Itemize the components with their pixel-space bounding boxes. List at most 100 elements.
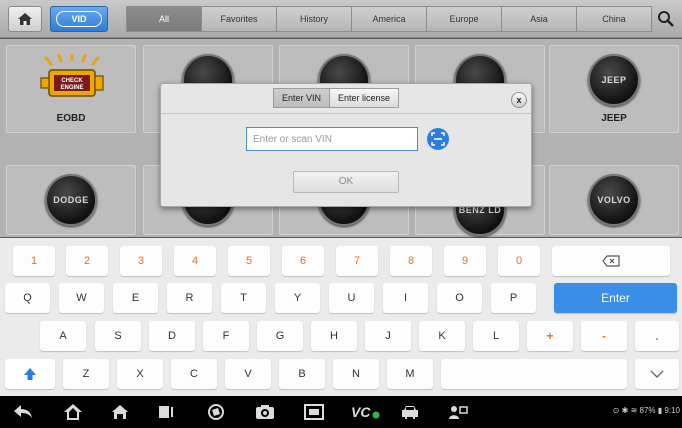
battery-level: 87% xyxy=(639,406,656,415)
key-5[interactable]: 5 xyxy=(228,246,270,276)
vci-icon[interactable]: VC xyxy=(351,402,381,422)
ok-button[interactable]: OK xyxy=(293,171,399,193)
key-period[interactable]: . xyxy=(635,321,679,351)
key-0[interactable]: 0 xyxy=(498,246,540,276)
vehicle-name: JEEP xyxy=(601,113,627,124)
key-j[interactable]: J xyxy=(365,321,411,351)
hide-keyboard-key[interactable] xyxy=(635,359,679,389)
key-z[interactable]: Z xyxy=(63,359,109,389)
vehicle-tile-eobd[interactable]: CHECK ENGINE EOBD xyxy=(6,45,136,133)
backspace-icon xyxy=(602,255,620,267)
car-icon[interactable] xyxy=(399,402,421,422)
key-9[interactable]: 9 xyxy=(444,246,486,276)
key-minus[interactable]: - xyxy=(581,321,627,351)
tab-all[interactable]: All xyxy=(126,6,202,32)
key-n[interactable]: N xyxy=(333,359,379,389)
clock: 9:10 xyxy=(664,406,680,415)
dodge-logo: DODGE xyxy=(45,174,97,226)
key-g[interactable]: G xyxy=(257,321,303,351)
dialog-header: Enter VIN Enter license x xyxy=(161,84,531,114)
key-d[interactable]: D xyxy=(149,321,195,351)
recent-apps-icon[interactable] xyxy=(155,402,177,422)
vehicle-tile-volvo[interactable]: VOLVO xyxy=(549,165,679,235)
key-w[interactable]: W xyxy=(59,283,104,313)
tab-china[interactable]: China xyxy=(577,6,652,32)
key-s[interactable]: S xyxy=(95,321,141,351)
remote-support-icon[interactable] xyxy=(447,402,469,422)
home-button[interactable] xyxy=(8,6,42,32)
key-o[interactable]: O xyxy=(437,283,482,313)
dialog-tabs: Enter VIN Enter license xyxy=(273,88,400,108)
jeep-logo: JEEP xyxy=(588,54,640,106)
key-v[interactable]: V xyxy=(225,359,271,389)
space-key[interactable] xyxy=(441,359,627,389)
tab-favorites[interactable]: Favorites xyxy=(202,6,277,32)
tab-america[interactable]: America xyxy=(352,6,427,32)
search-icon[interactable] xyxy=(656,9,676,29)
key-t[interactable]: T xyxy=(221,283,266,313)
top-toolbar: VID All Favorites History America Europe… xyxy=(0,0,682,38)
scan-vin-button[interactable] xyxy=(427,128,449,150)
volvo-logo: VOLVO xyxy=(588,174,640,226)
key-i[interactable]: I xyxy=(383,283,428,313)
battery-icon: ▮ xyxy=(657,406,663,415)
backspace-key[interactable] xyxy=(552,246,670,276)
key-y[interactable]: Y xyxy=(275,283,320,313)
key-2[interactable]: 2 xyxy=(66,246,108,276)
bluetooth-icon: ✱ xyxy=(621,406,629,415)
tab-asia[interactable]: Asia xyxy=(502,6,577,32)
key-a[interactable]: A xyxy=(40,321,86,351)
tab-enter-vin[interactable]: Enter VIN xyxy=(273,88,331,108)
tab-enter-license[interactable]: Enter license xyxy=(330,88,400,108)
vin-input[interactable] xyxy=(246,127,418,151)
screenshot-icon[interactable] xyxy=(303,402,325,422)
key-plus[interactable]: + xyxy=(527,321,573,351)
back-icon[interactable] xyxy=(12,402,34,422)
close-icon[interactable]: x xyxy=(511,92,527,108)
check-engine-text: CHECK ENGINE xyxy=(60,78,84,91)
vehicle-name: EOBD xyxy=(56,113,86,124)
vid-button[interactable]: VID xyxy=(50,6,108,32)
home-icon[interactable] xyxy=(109,402,131,422)
home-nav-icon[interactable] xyxy=(62,402,84,422)
enter-key[interactable]: Enter xyxy=(554,283,677,313)
key-h[interactable]: H xyxy=(311,321,357,351)
camera-icon[interactable] xyxy=(254,402,276,422)
tab-europe[interactable]: Europe xyxy=(427,6,502,32)
scan-icon xyxy=(431,132,445,146)
key-e[interactable]: E xyxy=(113,283,158,313)
key-f[interactable]: F xyxy=(203,321,249,351)
key-4[interactable]: 4 xyxy=(174,246,216,276)
browser-icon[interactable] xyxy=(205,402,227,422)
shift-arrow-icon xyxy=(24,368,36,381)
key-k[interactable]: K xyxy=(419,321,465,351)
key-r[interactable]: R xyxy=(167,283,212,313)
key-u[interactable]: U xyxy=(329,283,374,313)
chevron-down-icon xyxy=(650,370,664,379)
key-6[interactable]: 6 xyxy=(282,246,324,276)
key-x[interactable]: X xyxy=(117,359,163,389)
filter-tabs: All Favorites History America Europe Asi… xyxy=(126,6,652,32)
vin-dialog: Enter VIN Enter license x OK xyxy=(160,83,532,207)
home-icon xyxy=(18,13,32,25)
key-8[interactable]: 8 xyxy=(390,246,432,276)
key-7[interactable]: 7 xyxy=(336,246,378,276)
vid-label: VID xyxy=(56,11,102,27)
key-p[interactable]: P xyxy=(491,283,536,313)
location-icon: ⊙ xyxy=(612,406,620,415)
vehicle-tile-jeep[interactable]: JEEP JEEP xyxy=(549,45,679,133)
onscreen-keyboard: 1 2 3 4 5 6 7 8 9 0 Q W E R T Y U I O P … xyxy=(0,238,682,396)
status-bar: ⊙ ✱ ≋ 87% ▮ 9:10 xyxy=(613,406,680,415)
key-m[interactable]: M xyxy=(387,359,433,389)
tab-history[interactable]: History xyxy=(277,6,352,32)
key-q[interactable]: Q xyxy=(5,283,50,313)
key-1[interactable]: 1 xyxy=(13,246,55,276)
vehicle-tile-dodge[interactable]: DODGE xyxy=(6,165,136,235)
wifi-icon: ≋ xyxy=(630,406,638,415)
key-c[interactable]: C xyxy=(171,359,217,389)
navigation-bar: VC ⊙ ✱ ≋ 87% ▮ 9:10 xyxy=(0,396,682,428)
key-l[interactable]: L xyxy=(473,321,519,351)
key-b[interactable]: B xyxy=(279,359,325,389)
key-3[interactable]: 3 xyxy=(120,246,162,276)
shift-key[interactable] xyxy=(5,359,55,389)
